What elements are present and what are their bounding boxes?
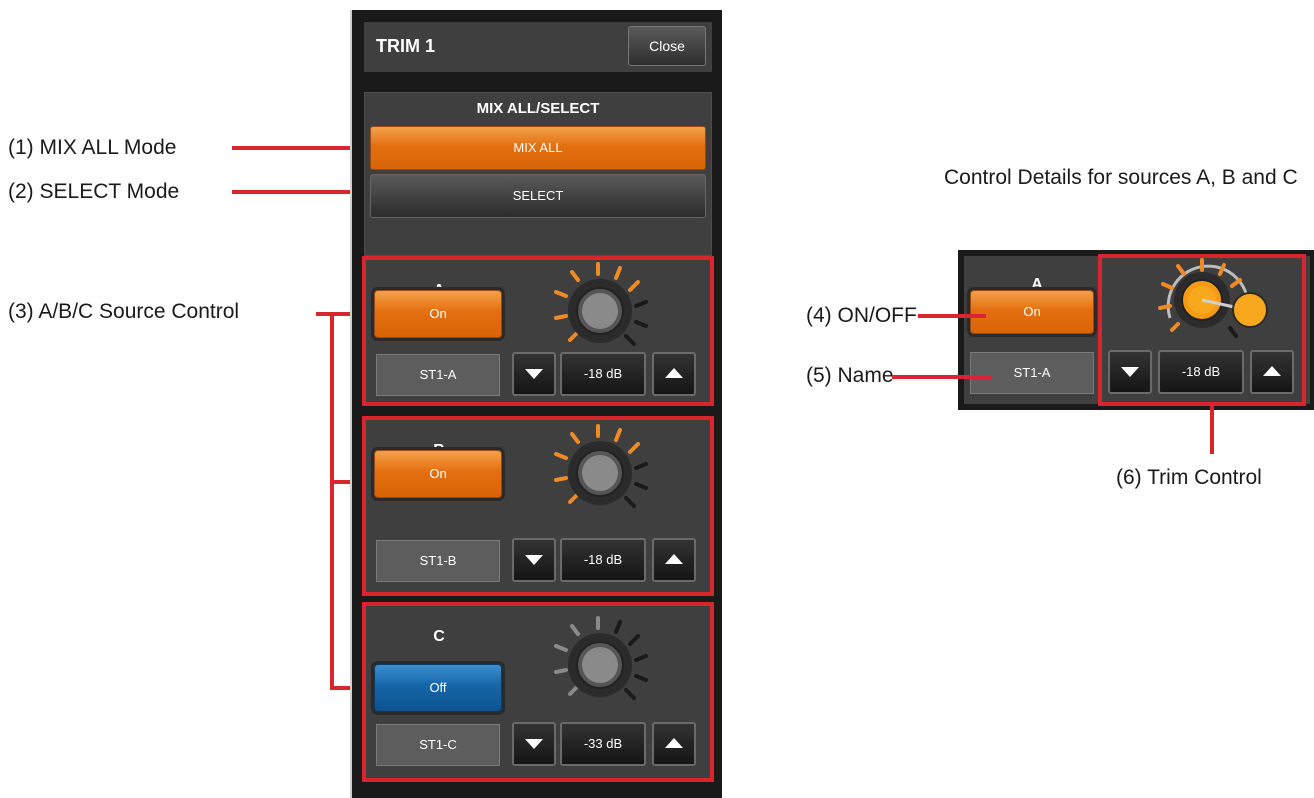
callout-source-control: (3) A/B/C Source Control xyxy=(8,300,240,323)
callout-line-6 xyxy=(1210,406,1214,454)
callout-name: (5) Name xyxy=(806,364,894,387)
select-button[interactable]: SELECT xyxy=(370,174,706,218)
detail-toggle[interactable]: On xyxy=(970,290,1094,334)
panel-title: TRIM 1 xyxy=(376,36,436,56)
source-b-highlight xyxy=(362,416,714,596)
callout-line-5 xyxy=(892,375,992,379)
mode-section-title: MIX ALL/SELECT xyxy=(476,100,600,117)
source-c-highlight xyxy=(362,602,714,782)
mix-all-button[interactable]: MIX ALL xyxy=(370,126,706,170)
callout-bracket xyxy=(330,312,334,690)
detail-name: ST1-A xyxy=(970,352,1094,394)
detail-caption: Control Details for sources A, B and C xyxy=(944,166,1298,189)
callout-trim-control: (6) Trim Control xyxy=(1116,466,1262,489)
close-button[interactable]: Close xyxy=(628,26,706,66)
callout-line-4 xyxy=(918,314,986,318)
callout-on-off: (4) ON/OFF xyxy=(806,304,917,327)
callout-mix-all: (1) MIX ALL Mode xyxy=(8,136,177,159)
source-a-highlight xyxy=(362,256,714,406)
callout-select: (2) SELECT Mode xyxy=(8,180,180,203)
detail-trim-highlight xyxy=(1098,254,1306,406)
